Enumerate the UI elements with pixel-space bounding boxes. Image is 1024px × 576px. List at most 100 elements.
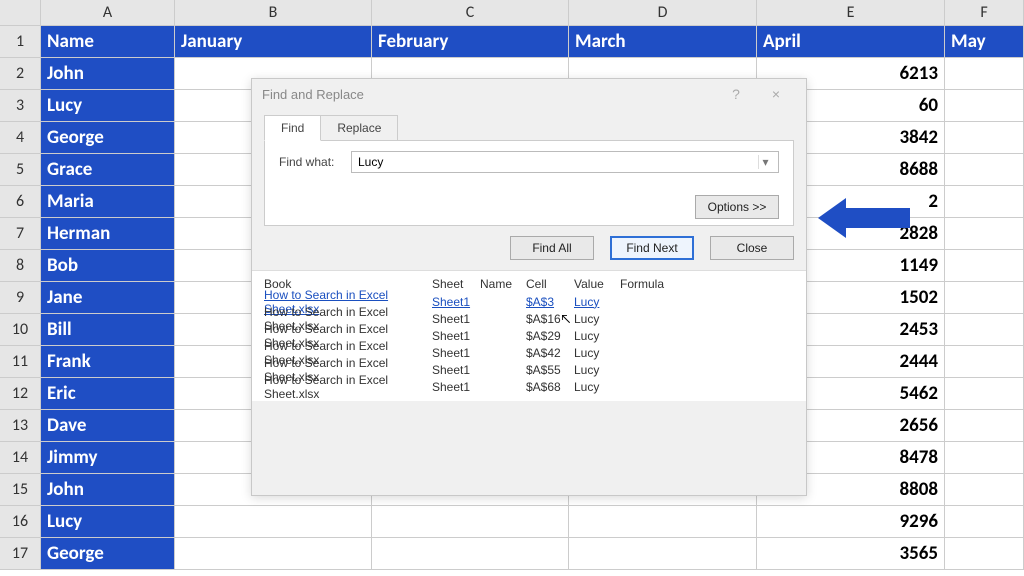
cell-name[interactable]: Grace	[41, 154, 175, 186]
cell[interactable]	[945, 442, 1024, 474]
cell-name[interactable]: John	[41, 58, 175, 90]
cell[interactable]	[945, 90, 1024, 122]
data-row: 17George 3565	[0, 538, 1024, 570]
cell[interactable]	[569, 538, 757, 570]
row-header[interactable]: 3	[0, 90, 41, 122]
col-header-C[interactable]: C	[372, 0, 569, 26]
cell-name[interactable]: Jimmy	[41, 442, 175, 474]
row-header[interactable]: 2	[0, 58, 41, 90]
cell[interactable]	[175, 538, 372, 570]
cell-name[interactable]: Lucy	[41, 506, 175, 538]
close-button[interactable]: Close	[710, 236, 794, 260]
row-header[interactable]: 5	[0, 154, 41, 186]
row-header[interactable]: 7	[0, 218, 41, 250]
cell-value[interactable]: 9296	[757, 506, 945, 538]
cell-value[interactable]: 3565	[757, 538, 945, 570]
cell-name[interactable]: Dave	[41, 410, 175, 442]
cell-name[interactable]: Bill	[41, 314, 175, 346]
find-next-button[interactable]: Find Next	[610, 236, 694, 260]
col-formula[interactable]: Formula	[620, 277, 794, 291]
cell-name[interactable]: Maria	[41, 186, 175, 218]
row-header[interactable]: 1	[0, 26, 41, 58]
row-header[interactable]: 9	[0, 282, 41, 314]
cell-B1[interactable]: January	[175, 26, 372, 58]
cell-name[interactable]: Lucy	[41, 90, 175, 122]
cell[interactable]	[945, 410, 1024, 442]
cell[interactable]	[945, 538, 1024, 570]
result-sheet: Sheet1	[432, 312, 480, 326]
cell[interactable]	[945, 218, 1024, 250]
tab-replace[interactable]: Replace	[320, 115, 398, 141]
cell-C1[interactable]: February	[372, 26, 569, 58]
result-value: Lucy	[574, 329, 620, 343]
cell[interactable]	[945, 186, 1024, 218]
result-cell: $A$16	[526, 312, 574, 326]
row-header[interactable]: 6	[0, 186, 41, 218]
find-what-label: Find what:	[279, 155, 351, 169]
options-button[interactable]: Options >>	[695, 195, 779, 219]
cell[interactable]	[945, 154, 1024, 186]
select-all-corner[interactable]	[0, 0, 41, 26]
cell[interactable]	[945, 378, 1024, 410]
cell-name[interactable]: Bob	[41, 250, 175, 282]
cell[interactable]	[945, 122, 1024, 154]
cell-A1[interactable]: Name	[41, 26, 175, 58]
dialog-titlebar[interactable]: Find and Replace ? ×	[252, 79, 806, 109]
tab-find[interactable]: Find	[264, 115, 321, 141]
result-value: Lucy	[574, 346, 620, 360]
cell-D1[interactable]: March	[569, 26, 757, 58]
row-header[interactable]: 16	[0, 506, 41, 538]
cell-name[interactable]: George	[41, 538, 175, 570]
result-book: How to Search in Excel Sheet.xlsx	[264, 373, 432, 401]
col-header-D[interactable]: D	[569, 0, 757, 26]
col-header-A[interactable]: A	[41, 0, 175, 26]
row-header[interactable]: 15	[0, 474, 41, 506]
cell[interactable]	[945, 474, 1024, 506]
find-all-button[interactable]: Find All	[510, 236, 594, 260]
row-header[interactable]: 10	[0, 314, 41, 346]
row-header[interactable]: 4	[0, 122, 41, 154]
col-cell[interactable]: Cell	[526, 277, 574, 291]
cell-name[interactable]: George	[41, 122, 175, 154]
cell[interactable]	[569, 506, 757, 538]
row-header[interactable]: 11	[0, 346, 41, 378]
cell-name[interactable]: Eric	[41, 378, 175, 410]
cell[interactable]	[945, 506, 1024, 538]
result-row[interactable]: How to Search in Excel Sheet.xlsxSheet1$…	[264, 378, 794, 395]
cell[interactable]	[372, 506, 569, 538]
result-sheet: Sheet1	[432, 329, 480, 343]
annotation-arrow	[818, 198, 910, 238]
cell[interactable]	[945, 250, 1024, 282]
cell[interactable]	[945, 314, 1024, 346]
col-value[interactable]: Value	[574, 277, 620, 291]
cell[interactable]	[175, 506, 372, 538]
chevron-down-icon[interactable]: ▾	[758, 155, 772, 169]
row-header[interactable]: 17	[0, 538, 41, 570]
cell-F1[interactable]: May	[945, 26, 1024, 58]
cell[interactable]	[945, 58, 1024, 90]
cell-name[interactable]: Herman	[41, 218, 175, 250]
cell[interactable]	[945, 282, 1024, 314]
search-results-pane[interactable]: Book Sheet Name Cell Value Formula How t…	[252, 270, 806, 401]
col-header-B[interactable]: B	[175, 0, 372, 26]
cell-E1[interactable]: April	[757, 26, 945, 58]
col-header-E[interactable]: E	[757, 0, 945, 26]
row-header[interactable]: 12	[0, 378, 41, 410]
col-sheet[interactable]: Sheet	[432, 277, 480, 291]
help-button[interactable]: ?	[716, 86, 756, 102]
cell-name[interactable]: John	[41, 474, 175, 506]
find-what-input[interactable]	[358, 155, 758, 169]
row-header[interactable]: 8	[0, 250, 41, 282]
row-header[interactable]: 14	[0, 442, 41, 474]
col-header-F[interactable]: F	[945, 0, 1024, 26]
cell-name[interactable]: Jane	[41, 282, 175, 314]
column-header-row: A B C D E F	[0, 0, 1024, 26]
row-header[interactable]: 13	[0, 410, 41, 442]
col-name[interactable]: Name	[480, 277, 526, 291]
cell-name[interactable]: Frank	[41, 346, 175, 378]
close-icon[interactable]: ×	[756, 86, 796, 102]
result-value: Lucy	[574, 363, 620, 377]
cell[interactable]	[372, 538, 569, 570]
find-what-combo[interactable]: ▾	[351, 151, 779, 173]
cell[interactable]	[945, 346, 1024, 378]
